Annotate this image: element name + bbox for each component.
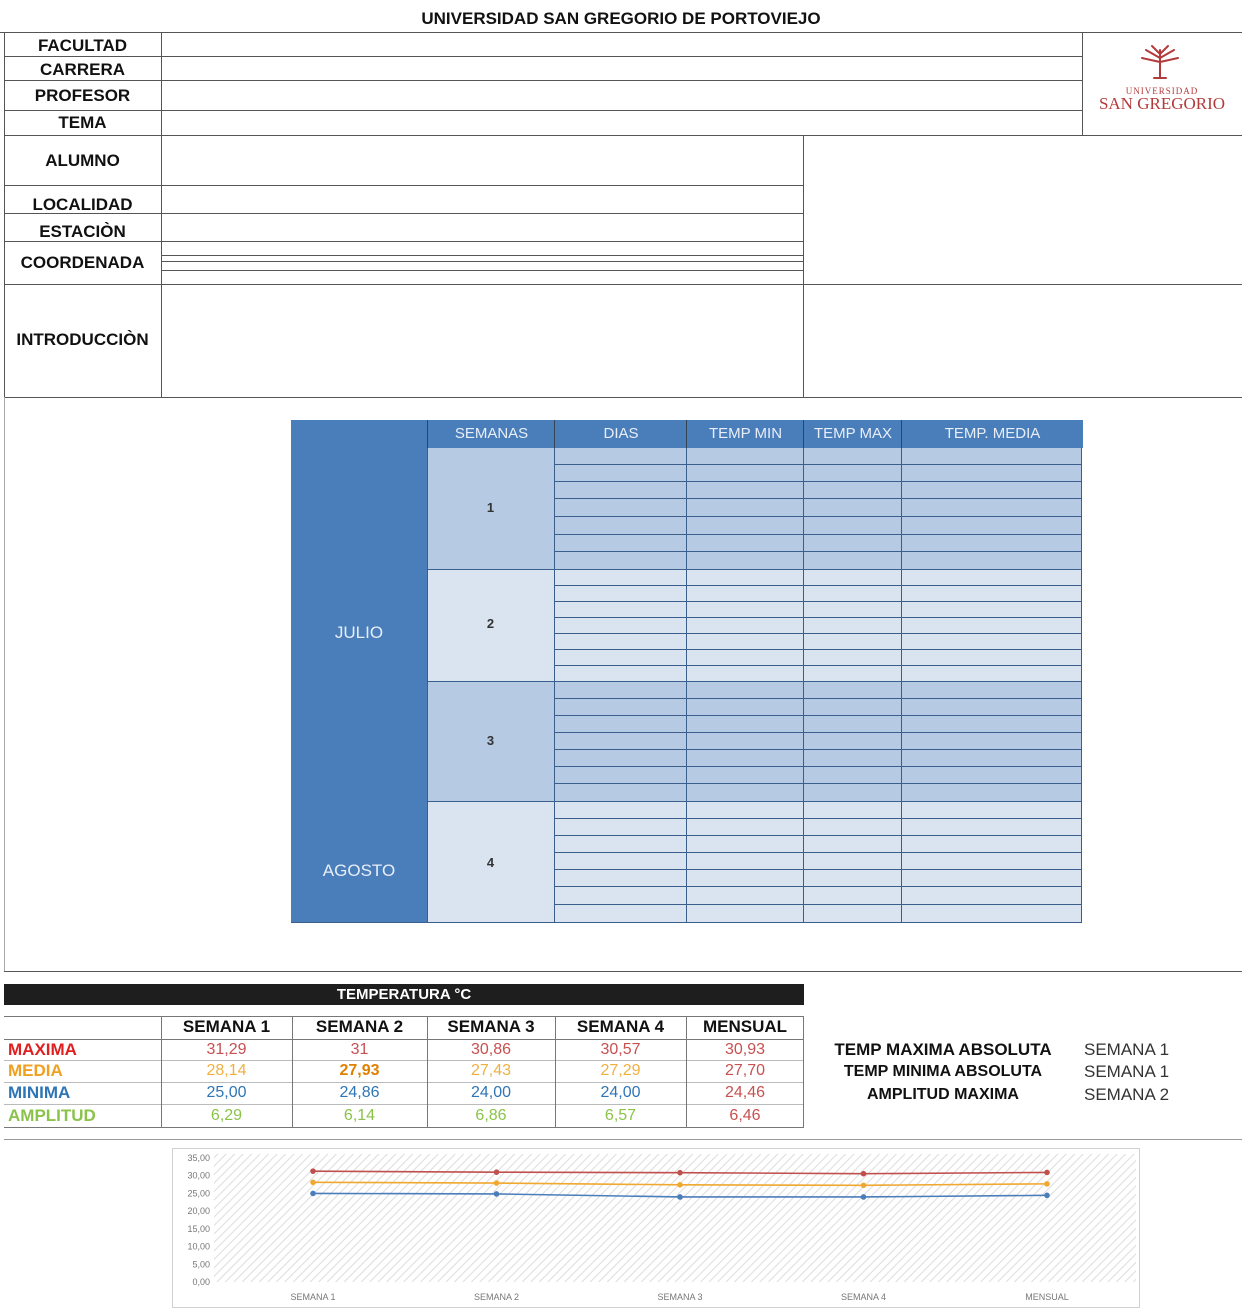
carrera-field[interactable] — [163, 58, 1081, 79]
x-tick-label: SEMANA 1 — [290, 1292, 335, 1302]
row-label-maxima: MAXIMA — [8, 1040, 77, 1059]
page-title: UNIVERSIDAD SAN GREGORIO DE PORTOVIEJO — [421, 9, 821, 28]
y-tick-label: 15,00 — [187, 1224, 210, 1234]
media-semana-1: 28,14 — [206, 1062, 247, 1079]
media-semana-3: 27,43 — [470, 1062, 512, 1079]
series-point — [310, 1190, 316, 1197]
amplitud-semana-2: 6,14 — [343, 1107, 376, 1124]
facultad-label: FACULTAD — [37, 36, 128, 55]
y-tick-label: 30,00 — [187, 1171, 210, 1181]
tema-field[interactable] — [163, 112, 1081, 134]
series-point — [677, 1169, 683, 1176]
series-point — [860, 1194, 867, 1200]
minima-semana-1: 25,00 — [206, 1084, 247, 1101]
x-tick-label: MENSUAL — [1025, 1292, 1069, 1302]
summary-value-min: SEMANA 1 — [1084, 1062, 1170, 1081]
series-point — [310, 1168, 316, 1174]
amplitud-semana-4: 6,57 — [604, 1107, 637, 1124]
media-mensual: 27,70 — [724, 1062, 766, 1079]
series-point — [1044, 1192, 1050, 1199]
localidad-field[interactable] — [163, 187, 802, 212]
row-label-media: MEDIA — [8, 1061, 63, 1080]
y-tick-label: 35,00 — [187, 1153, 210, 1163]
estacion-field[interactable] — [163, 215, 802, 240]
university-logo: UNIVERSIDAD SAN GREGORIO — [1084, 36, 1240, 132]
x-tick-label: SEMANA 3 — [657, 1292, 702, 1302]
weekly-table: SEMANAS DIAS TEMP MIN TEMP MAX TEMP. MED… — [291, 420, 1083, 923]
coordenada-label: COORDENADA — [20, 253, 145, 272]
x-tick-label: SEMANA 4 — [841, 1292, 886, 1302]
coordenada-field[interactable] — [163, 243, 802, 283]
logo-line2: SAN GREGORIO — [1098, 94, 1226, 113]
tree-icon — [1141, 45, 1179, 79]
amplitud-mensual: 6,46 — [729, 1107, 761, 1124]
minima-semana-3: 24,00 — [470, 1084, 512, 1101]
carrera-label: CARRERA — [40, 60, 125, 79]
summary-label-min: TEMP MINIMA ABSOLUTA — [843, 1063, 1043, 1080]
summary-label-amplitud: AMPLITUD MAXIMA — [867, 1086, 1019, 1103]
x-tick-label: SEMANA 2 — [474, 1292, 519, 1302]
maxima-semana-3: 30,86 — [470, 1041, 512, 1058]
summary-label-max: TEMP MAXIMA ABSOLUTA — [834, 1040, 1052, 1059]
col-semana-4: SEMANA 4 — [576, 1017, 665, 1036]
introduccion-label: INTRODUCCIÒN — [16, 330, 149, 349]
minima-semana-2: 24,86 — [339, 1084, 380, 1101]
maxima-semana-1: 31,29 — [206, 1041, 247, 1058]
temperature-table-title: TEMPERATURA °C — [4, 984, 804, 1005]
tema-label: TEMA — [58, 113, 107, 132]
col-semana-2: SEMANA 2 — [315, 1017, 404, 1036]
series-point — [310, 1179, 316, 1186]
y-tick-label: 25,00 — [187, 1188, 210, 1198]
series-point — [493, 1169, 500, 1175]
col-semana-1: SEMANA 1 — [182, 1017, 271, 1036]
col-mensual: MENSUAL — [702, 1017, 788, 1036]
series-point — [1044, 1169, 1050, 1176]
weekly-grid — [291, 448, 1082, 923]
y-tick-label: 0,00 — [192, 1277, 210, 1287]
minima-semana-4: 24,00 — [600, 1084, 641, 1101]
introduccion-field[interactable] — [163, 286, 802, 396]
series-point — [493, 1180, 500, 1186]
maxima-mensual: 30,93 — [724, 1041, 766, 1058]
localidad-label: LOCALIDAD — [32, 195, 133, 214]
summary-value-amplitud: SEMANA 2 — [1084, 1085, 1170, 1104]
series-point — [493, 1191, 500, 1197]
maxima-semana-4: 30,57 — [600, 1041, 641, 1058]
profesor-field[interactable] — [163, 82, 1081, 109]
row-label-minima: MINIMA — [8, 1083, 71, 1102]
y-tick-label: 20,00 — [187, 1206, 210, 1216]
media-semana-4: 27,29 — [600, 1062, 641, 1079]
maxima-semana-2: 31 — [350, 1041, 369, 1058]
media-semana-2: 27,93 — [339, 1062, 380, 1079]
alumno-label: ALUMNO — [45, 151, 120, 170]
y-tick-label: 10,00 — [187, 1242, 210, 1252]
series-point — [677, 1182, 683, 1188]
amplitud-semana-3: 6,86 — [475, 1107, 507, 1124]
series-point — [860, 1182, 867, 1189]
col-semana-3: SEMANA 3 — [447, 1017, 535, 1036]
summary-value-max: SEMANA 1 — [1084, 1040, 1170, 1059]
y-tick-label: 5,00 — [192, 1259, 210, 1269]
temperature-chart: 0,00 5,00 10,00 15,00 20,00 25,00 30,00 35,00 S… — [172, 1148, 1140, 1308]
alumno-field[interactable] — [163, 137, 802, 184]
series-point — [677, 1194, 683, 1200]
series-point — [1044, 1181, 1050, 1187]
profesor-label: PROFESOR — [34, 86, 131, 105]
estacion-label: ESTACIÒN — [39, 222, 126, 241]
amplitud-semana-1: 6,29 — [210, 1107, 243, 1124]
series-point — [860, 1170, 867, 1177]
facultad-field[interactable] — [163, 34, 1081, 55]
row-label-amplitud: AMPLITUD — [8, 1106, 96, 1125]
minima-mensual: 24,46 — [724, 1084, 766, 1101]
